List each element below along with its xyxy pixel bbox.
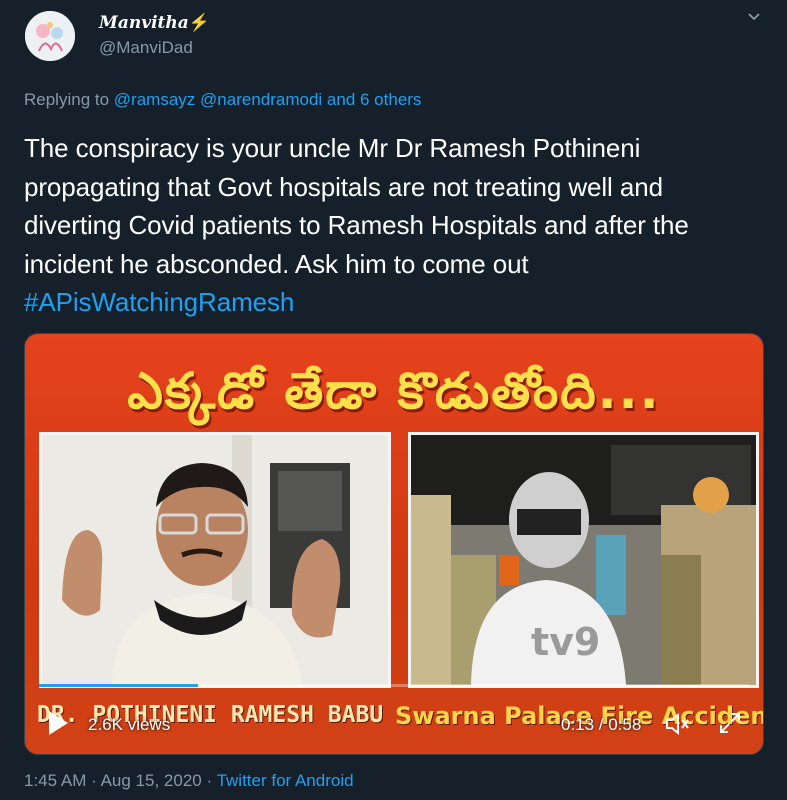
- tweet-date[interactable]: Aug 15, 2020: [101, 771, 202, 790]
- lightning-icon: ⚡: [188, 13, 210, 33]
- progress-fill: [39, 684, 199, 687]
- replying-to: Replying to @ramsayz @narendramodi and 6…: [24, 90, 421, 110]
- progress-bar[interactable]: [39, 684, 749, 687]
- mention-others[interactable]: and 6 others: [327, 90, 422, 109]
- tweet-text: The conspiracy is your uncle Mr Dr Rames…: [24, 129, 764, 322]
- author-display-name[interactable]: Manvitha⚡: [99, 13, 210, 33]
- avatar[interactable]: [25, 11, 75, 61]
- video-headline: ఎక్కడో తేడా కొడుతోంది...: [127, 362, 661, 420]
- fire-scene-illustration: tv9: [411, 435, 756, 685]
- author-handle[interactable]: @ManviDad: [99, 38, 193, 58]
- tweet-source[interactable]: Twitter for Android: [217, 771, 354, 790]
- video-player[interactable]: ఎక్కడో తేడా కొడుతోంది... tv9 DR. POTHINE…: [24, 333, 764, 755]
- mention-narendramodi[interactable]: @narendramodi: [200, 90, 322, 109]
- fullscreen-icon[interactable]: [719, 712, 741, 734]
- caret-down-icon[interactable]: [747, 10, 761, 24]
- meta-separator: ·: [91, 771, 97, 790]
- play-icon[interactable]: [47, 710, 69, 736]
- video-frame-right: tv9: [408, 432, 759, 688]
- volume-icon[interactable]: [665, 712, 691, 736]
- video-frame-left: [39, 432, 391, 688]
- tweet-body: The conspiracy is your uncle Mr Dr Rames…: [24, 133, 689, 279]
- hashtag-link[interactable]: #APisWatchingRamesh: [24, 287, 294, 317]
- mention-ramsayz[interactable]: @ramsayz: [114, 90, 196, 109]
- view-count: 2.6K views: [88, 715, 171, 734]
- video-time: 0:13 / 0:58: [561, 715, 642, 734]
- replying-to-label: Replying to: [24, 90, 110, 109]
- doctor-illustration: [42, 435, 388, 685]
- svg-text:tv9: tv9: [531, 620, 600, 664]
- tweet-time[interactable]: 1:45 AM: [24, 771, 86, 790]
- meta-separator: ·: [206, 771, 213, 790]
- author-name-text: Manvitha: [99, 13, 189, 33]
- video-controls: 2.6K views 0:13 / 0:58: [25, 694, 763, 754]
- avatar-image: [25, 11, 75, 61]
- tweet-meta: 1:45 AM · Aug 15, 2020 · Twitter for And…: [24, 771, 354, 791]
